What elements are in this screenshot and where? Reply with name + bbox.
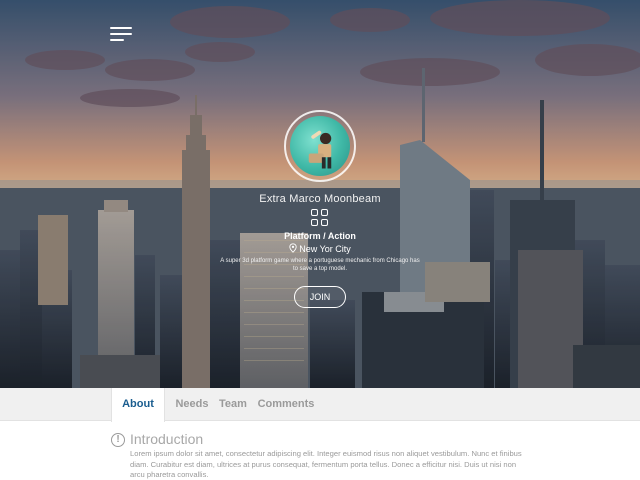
info-circle-icon: ! (111, 433, 125, 447)
grid-square (311, 209, 318, 216)
tab-comments[interactable]: Comments (256, 388, 316, 421)
hamburger-menu-icon[interactable] (110, 25, 134, 43)
tab-needs[interactable]: Needs (172, 388, 212, 421)
grid-square (311, 219, 318, 226)
map-pin-icon (289, 243, 297, 253)
project-genre: Platform / Action (284, 231, 356, 241)
section-title: Introduction (130, 431, 204, 447)
menu-line (110, 27, 132, 29)
grid-four-squares-icon (311, 209, 329, 227)
section-body: Lorem ipsum dolor sit amet, consectetur … (130, 449, 522, 479)
join-button[interactable]: JOIN (294, 286, 346, 308)
tab-team[interactable]: Team (216, 388, 250, 421)
grid-square (321, 209, 328, 216)
location-text: New Yor City (299, 244, 351, 254)
project-avatar[interactable] (284, 110, 356, 182)
person-illustration (308, 130, 332, 169)
about-content: ! Introduction Lorem ipsum dolor sit ame… (0, 422, 640, 480)
hero-banner: Extra Marco Moonbeam Platform / Action N… (0, 0, 640, 388)
project-title: Extra Marco Moonbeam (259, 193, 381, 205)
menu-line (110, 39, 124, 41)
tab-about[interactable]: About (111, 388, 165, 422)
tab-bar: About Needs Team Comments (0, 388, 640, 422)
grid-square (321, 219, 328, 226)
menu-line (110, 33, 132, 35)
person-running-avatar (290, 116, 350, 176)
project-description: A super 3d platform game where a portugu… (220, 258, 420, 272)
project-location: New Yor City (200, 243, 440, 254)
